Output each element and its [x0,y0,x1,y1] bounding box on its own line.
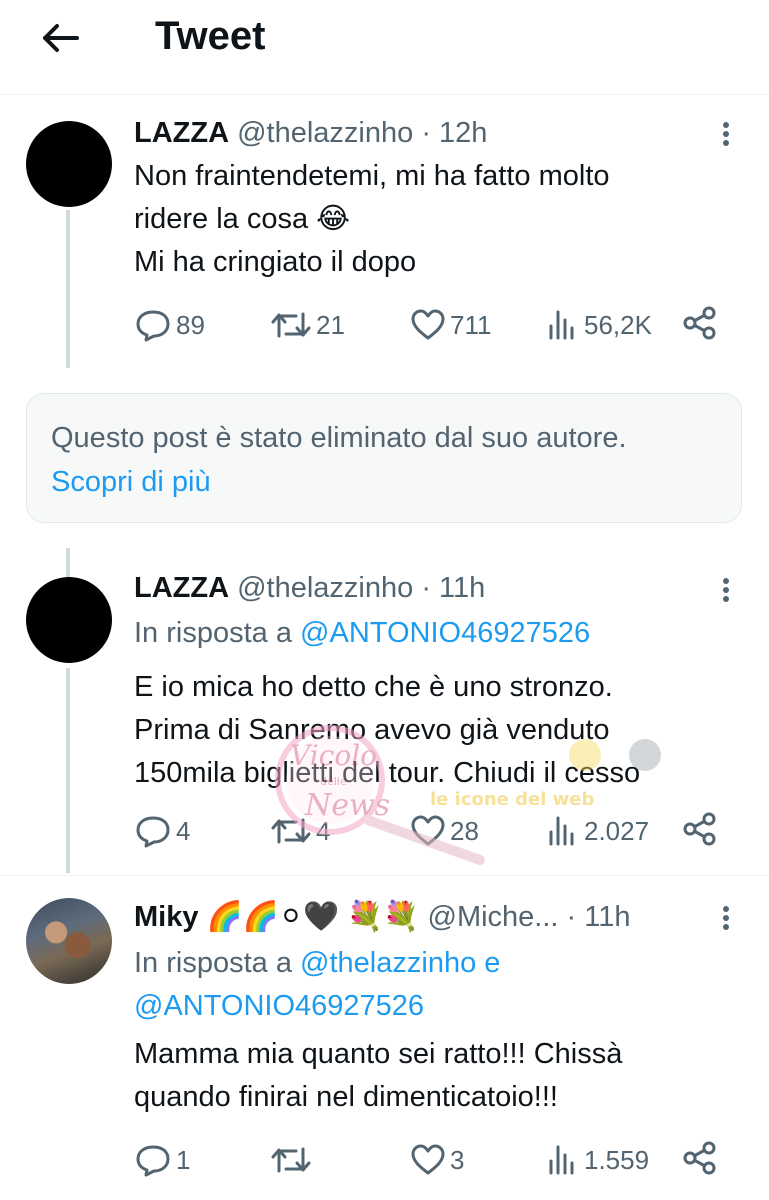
retweet-icon [271,312,311,338]
views-button[interactable]: 56,2K [546,305,652,345]
views-count: 1.559 [584,1144,650,1175]
tweet-text-line: 150mila biglietti del tour. Chiudi il ce… [134,757,641,789]
reply-icon [136,310,170,342]
separator-dot: · [421,117,431,149]
like-count: 711 [450,309,492,340]
tweet-author-row: LAZZA @thelazzinho · 11h [134,572,485,605]
reply-prefix: In risposta a [134,947,292,979]
separator-dot: · [421,572,431,604]
author-handle[interactable]: @thelazzinho [237,117,413,149]
reply-prefix: In risposta a [134,617,292,649]
retweet-button[interactable]: 21 [270,305,345,345]
like-count: 28 [450,815,479,846]
divider [0,875,769,876]
heart-icon [411,309,445,340]
retweet-button[interactable] [270,1140,316,1180]
tweet-time[interactable]: 11h [584,901,630,933]
deleted-post-notice: Questo post è stato eliminato dal suo au… [26,393,742,523]
more-options-icon[interactable] [716,902,736,934]
views-button[interactable]: 1.559 [546,1140,649,1180]
avatar[interactable] [26,121,112,207]
thread-line [66,668,70,873]
like-button[interactable]: 28 [410,811,479,851]
thread-line [66,548,70,578]
retweet-button[interactable]: 4 [270,811,330,851]
share-icon [683,812,716,846]
tweet-text-line: Mi ha cringiato il dopo [134,246,417,278]
author-handle[interactable]: @thelazzinho [237,572,413,604]
author-name[interactable]: LAZZA [134,117,229,149]
tweet-time[interactable]: 12h [439,117,487,149]
views-button[interactable]: 2.027 [546,811,649,851]
reply-button[interactable]: 1 [134,1140,190,1180]
reply-count: 89 [176,309,205,340]
share-button[interactable] [682,305,718,346]
like-button[interactable]: 711 [410,305,491,345]
author-name[interactable]: LAZZA [134,572,229,604]
share-icon [683,1141,716,1175]
author-handle[interactable]: @Miche... [428,901,559,933]
reply-context: In risposta a @thelazzinho e @ANTONIO469… [134,942,734,1028]
views-count: 56,2K [584,309,652,340]
retweet-icon [271,1147,311,1173]
bar-chart-icon [549,310,574,340]
tweet-text: E io mica ho detto che è uno stronzo. Pr… [134,666,744,795]
arrow-left-icon [43,24,79,52]
tweet-author-row: Miky 🌈🌈⚪🖤 💐💐 @Miche... · 11h [134,899,631,934]
tweet-text: Mamma mia quanto sei ratto!!! Chissà qua… [134,1033,744,1119]
avatar[interactable] [26,577,112,663]
tweet-time[interactable]: 11h [439,572,485,604]
tweet-text-line: ridere la cosa 😂 [134,203,351,235]
like-button[interactable]: 3 [410,1140,464,1180]
more-options-icon[interactable] [716,118,736,150]
mention-link[interactable]: @thelazzinho [300,947,476,979]
tweet-text-line: Non fraintendetemi, mi ha fatto molto [134,160,610,192]
bar-chart-icon [549,816,574,846]
retweet-count: 4 [316,815,331,846]
top-bar: Tweet [0,0,769,95]
heart-icon [411,815,445,846]
like-count: 3 [450,1144,465,1175]
retweet-icon [271,818,311,844]
bar-chart-icon [549,1145,574,1175]
tweet-actions: 1 3 1.559 [134,1140,724,1180]
views-count: 2.027 [584,815,650,846]
separator-dot: · [566,901,577,933]
heart-icon [411,1144,445,1175]
mention-link[interactable]: @ANTONIO46927526 [300,617,590,649]
tweet-text-line: Mamma mia quanto sei ratto!!! Chissà [134,1038,623,1070]
reply-context: In risposta a @ANTONIO46927526 [134,612,590,655]
share-button[interactable] [682,1140,718,1181]
tweet-text-line: Prima di Sanremo avevo già venduto [134,714,610,746]
share-icon [683,306,716,340]
share-button[interactable] [682,811,718,852]
reply-button[interactable]: 89 [134,305,205,345]
tweet-text: Non fraintendetemi, mi ha fatto molto ri… [134,155,744,284]
page-title: Tweet [155,14,266,58]
tweet-actions: 4 4 28 2.027 [134,811,724,851]
back-button[interactable] [36,18,84,58]
avatar[interactable] [26,898,112,984]
reply-count: 4 [176,815,191,846]
retweet-count: 21 [316,309,345,340]
tweet-author-row: LAZZA @thelazzinho · 12h [134,117,487,150]
reply-icon [136,816,170,848]
more-options-icon[interactable] [716,574,736,606]
deleted-message: Questo post è stato eliminato dal suo au… [51,422,627,454]
tweet-text-line: quando finirai nel dimenticatoio!!! [134,1081,558,1113]
reply-button[interactable]: 4 [134,811,190,851]
tweet-actions: 89 21 711 56,2K [134,305,724,345]
reply-icon [136,1145,170,1177]
learn-more-link[interactable]: Scopri di più [51,466,211,499]
reply-conjunction: e [484,947,501,979]
author-name[interactable]: Miky 🌈🌈⚪🖤 💐💐 [134,901,419,933]
mention-link[interactable]: @ANTONIO46927526 [134,990,424,1022]
tweet-text-line: E io mica ho detto che è uno stronzo. [134,671,613,703]
thread-line [66,210,70,368]
reply-count: 1 [176,1144,191,1175]
